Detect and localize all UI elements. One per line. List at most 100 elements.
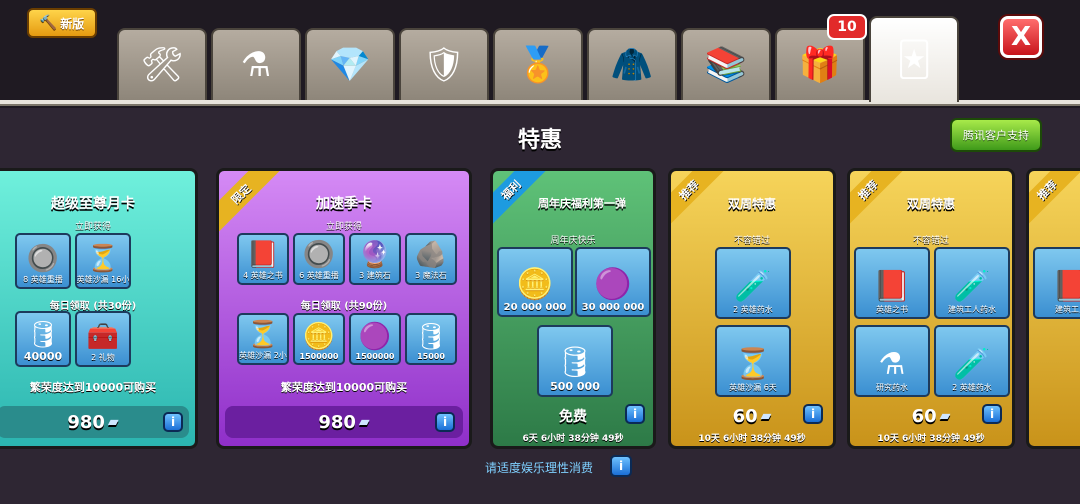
reward-item: 🔮 3 建筑石 [349,233,401,285]
hammer-icon: 🔨 [39,15,58,31]
book-icon: 📕 [246,240,280,270]
hourglass-icon: ⏳ [734,347,772,382]
reward-item: 🛢 40000 [15,311,71,367]
offer-subtitle: 周年庆快乐 [550,236,596,246]
info-button[interactable]: i [625,404,645,424]
offer-subtitle: 不容错过 [733,236,770,246]
reward-item: 🟣 1500000 [349,313,401,365]
new-version-button[interactable]: 🔨 新版 [27,8,97,38]
reward-item: 🛢 500 000 [537,325,613,397]
info-button[interactable]: i [982,404,1002,424]
gift-box-icon: 🎁 [798,45,842,85]
dark-elixir-icon: 🛢 [26,320,60,350]
reward-item: ⏳ 英雄沙漏 16小 [75,233,131,289]
offer-card-anniversary[interactable]: 福利 周年庆福利第一弹 周年庆快乐 🪙 20 000 000 🟣 30 000 … [490,168,656,449]
price-value: 60 [911,405,937,427]
builder-tools-icon: 🛠 [140,45,184,85]
book-icon: 📕 [1052,272,1080,302]
reward-item: ⏳ 英雄沙漏 6天 [715,325,791,397]
league-badge-icon: 🏅 [516,45,560,85]
reward-item: 🪙 20 000 000 [497,247,573,317]
rune-icon: 🪨 [414,240,448,270]
new-version-label: 新版 [60,16,85,31]
reward-item: 📕 4 英雄之书 [237,233,289,285]
reward-item: ⏳ 英雄沙漏 2小 [237,313,289,365]
book-icon: 📕 [873,269,911,304]
reward-item: 🛢 15000 [405,313,457,365]
offer-subtitle: 不容错过 [912,236,949,246]
offer-card-partial[interactable]: 推荐 📕 建筑工人 [1026,168,1080,449]
book-potion-icon: 📚 [704,45,748,85]
hourglass-icon: ⏳ [246,320,280,350]
reward-item: 🟣 30 000 000 [575,247,651,317]
reward-item: 🔘 6 英雄重播 [293,233,345,285]
reward-item: 🪨 3 魔法石 [405,233,457,285]
potion-icon: 🧪 [734,269,772,304]
tab-league[interactable]: 🏅 [493,28,583,100]
voucher-icon: ▰ [358,414,370,430]
tab-resources[interactable]: 📚 [681,28,771,100]
info-button[interactable]: i [163,412,183,432]
stone-icon: 🔮 [358,240,392,270]
special-offers-icon: 🃏 [896,40,932,80]
gold-icon: 🪙 [516,267,554,302]
purchase-requirement: 繁荣度达到10000可购买 [280,381,408,394]
offer-card-season[interactable]: 限定 加速季卡 立即获得 📕 4 英雄之书 🔘 6 英雄重播 🔮 3 建筑石 🪨… [216,168,472,449]
info-button[interactable]: i [610,455,632,477]
offer-card-biweekly[interactable]: 推荐 双周特惠 不容错过 📕 英雄之书 🧪 建筑工人药水 ⚗ 研究药水 🧪 2 … [847,168,1015,449]
moderate-gaming-notice: 请适度娱乐理性消费 [485,461,594,475]
tab-gems[interactable]: 💎 [305,28,395,100]
page-title: 特惠 [517,128,562,153]
voucher-icon: ▰ [939,408,951,424]
purchase-requirement: 繁荣度达到10000可购买 [29,381,157,394]
reward-item: 🧪 2 英雄药水 [934,325,1010,397]
gift-count-badge: 10 [827,14,867,40]
potion-icon: 🧪 [953,347,991,382]
reward-item: 🪙 1500000 [293,313,345,365]
reward-item: 🧪 2 英雄药水 [715,247,791,319]
clan-shield-icon: 🛡 [422,45,466,85]
tab-clan[interactable]: 🛡 [399,28,489,100]
orb-icon: 🔘 [26,244,60,274]
tab-magic-items[interactable]: ⚗ [211,28,301,100]
reward-item: 📕 英雄之书 [854,247,930,319]
price-value: 60 [732,405,758,427]
elixir-icon: 🟣 [594,267,632,302]
tab-skins[interactable]: 🧥 [587,28,677,100]
gold-icon: 🪙 [302,322,336,352]
reward-item: 🧰 2 礼物 [75,311,131,367]
reward-item: 🔘 8 英雄重播 [15,233,71,289]
magic-item-icon: ⚗ [240,45,272,85]
potion-icon: 🧪 [953,269,991,304]
info-button[interactable]: i [803,404,823,424]
close-button[interactable]: X [1000,16,1042,58]
countdown-timer: 10天 6小时 38分钟 49秒 [698,434,806,444]
countdown-timer: 10天 6小时 38分钟 49秒 [877,434,985,444]
tab-special-offers[interactable]: 🃏 [869,16,959,102]
orb-icon: 🔘 [302,240,336,270]
offer-card-monthly[interactable]: 超级至尊月卡 立即获得 🔘 8 英雄重播 ⏳ 英雄沙漏 16小 每日领取 (共3… [0,168,198,449]
dark-elixir-icon: 🛢 [414,322,448,352]
offer-title: 加速季卡 [316,196,372,212]
daily-label: 每日领取 (共30份) [49,301,137,312]
voucher-icon: ▰ [107,414,119,430]
info-button[interactable]: i [435,412,455,432]
reward-item: 📕 建筑工人 [1033,247,1080,319]
chest-icon: 🧰 [86,322,120,352]
countdown-timer: 6天 6小时 38分钟 49秒 [522,434,624,444]
elixir-icon: 🟣 [358,322,392,352]
reward-item: 🧪 建筑工人药水 [934,247,1010,319]
research-potion-icon: ⚗ [878,347,906,382]
customer-support-button[interactable]: 腾讯客户支持 [950,118,1042,152]
hourglass-icon: ⏳ [86,244,120,274]
price-value: 980 [318,411,356,433]
dark-elixir-icon: 🛢 [555,345,595,380]
hanger-icon: 🧥 [610,45,654,85]
tab-builder-tools[interactable]: 🛠 [117,28,207,100]
price-button[interactable]: 980 ▰ [0,406,189,438]
price-button[interactable]: 980 ▰ [225,406,463,438]
offer-title: 超级至尊月卡 [51,196,135,212]
recommended-ribbon: 推荐 [1029,171,1080,229]
voucher-icon: ▰ [760,408,772,424]
offer-card-biweekly[interactable]: 推荐 双周特惠 不容错过 🧪 2 英雄药水 ⏳ 英雄沙漏 6天 60 ▰ i 10… [668,168,836,449]
